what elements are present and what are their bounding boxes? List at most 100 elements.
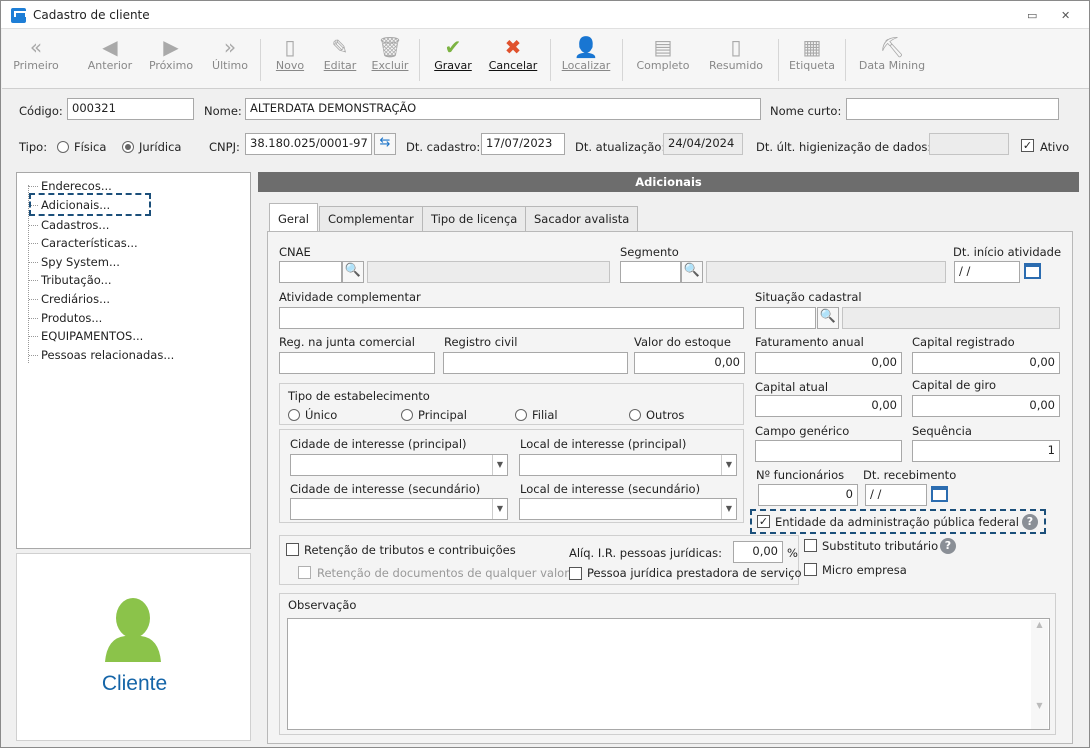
data-mining-button[interactable]: ⛏ Data Mining [852,35,932,85]
summary-report-button[interactable]: ▯ Resumido [702,35,770,85]
tree-item-caracteristicas[interactable]: Características... [29,236,138,250]
complementary-activity-field[interactable] [279,307,744,329]
tree-item-tributacao[interactable]: Tributação... [29,273,112,287]
navigation-tree: Enderecos... Adicionais... Cadastros... … [16,172,251,549]
estab-principal-radio[interactable]: Principal [401,408,467,422]
observation-label: Observação [288,598,357,612]
last-button[interactable]: » Último [208,35,252,85]
civil-registry-field[interactable] [443,352,628,374]
estab-filial-radio[interactable]: Filial [515,408,558,422]
tree-item-enderecos[interactable]: Enderecos... [29,179,112,193]
main-window: Cadastro de cliente ▭ ✕ «Primeiro ◀ Anter… [0,0,1090,748]
chevron-down-icon: ▼ [721,499,736,519]
chevron-down-icon: ▼ [721,455,736,475]
stock-value-field[interactable]: 0,00 [634,352,745,374]
toolbar: «Primeiro ◀ Anterior ▶ Próximo » Último ▯ No… [2,29,1089,89]
minimize-icon[interactable]: ▭ [1027,9,1037,22]
ir-rate-field[interactable]: 0,00 [733,541,783,563]
close-icon[interactable]: ✕ [1061,9,1070,22]
sequence-field[interactable]: 1 [912,440,1060,462]
segment-field[interactable] [620,261,681,283]
active-label: Ativo [1040,140,1070,154]
cnae-label: CNAE [279,245,311,259]
tree-item-spy-system[interactable]: Spy System... [29,255,120,269]
estab-outros-radio[interactable]: Outros [629,408,684,422]
type-juridica-radio[interactable]: Jurídica [122,140,181,154]
ir-rate-label: Alíq. I.R. pessoas jurídicas: [569,546,723,560]
name-field[interactable]: ALTERDATA DEMONSTRAÇÃO [245,98,761,120]
tree-item-cadastros[interactable]: Cadastros... [28,218,109,232]
next-button[interactable]: ▶ Próximo [144,35,198,85]
document-retention-checkbox[interactable] [298,566,311,579]
micro-company-label: Micro empresa [822,563,907,577]
working-capital-field[interactable]: 0,00 [912,395,1060,417]
tax-retention-checkbox[interactable] [286,543,299,556]
employees-field[interactable]: 0 [758,484,858,506]
annual-revenue-field[interactable]: 0,00 [755,352,902,374]
code-field[interactable]: 000321 [67,98,194,120]
estab-unico-radio[interactable]: Único [288,408,337,422]
save-button[interactable]: ✔ Gravar [430,35,476,85]
annual-revenue-label: Faturamento anual [755,335,864,349]
registration-date-field[interactable]: 17/07/2023 [481,133,565,155]
registration-status-description [842,307,1060,329]
registration-date-label: Dt. cadastro: [406,140,481,154]
tab-sacador-avalista[interactable]: Sacador avalista [525,206,639,231]
city-interest-main-label: Cidade de interesse (principal) [290,437,467,451]
tree-item-crediarios[interactable]: Crediários... [28,292,110,306]
search-icon[interactable]: 🔍 [817,307,839,329]
find-button[interactable]: 👤 Localizar [558,35,614,85]
short-name-field[interactable] [846,98,1059,120]
label-button[interactable]: ▦ Etiqueta [784,35,840,85]
establishment-type-group: Tipo de estabelecimento Único Principal … [279,383,744,425]
service-provider-checkbox[interactable] [569,567,582,580]
tree-item-equipamentos[interactable]: EQUIPAMENTOS... [28,329,143,343]
edit-button[interactable]: ✎ Editar [318,35,362,85]
generic-field[interactable] [755,440,902,462]
previous-button[interactable]: ◀ Anterior [84,35,136,85]
observation-group: Observação ▲ ▼ [279,593,1056,735]
help-icon[interactable]: ? [940,538,956,554]
cnpj-field[interactable]: 38.180.025/0001-97 [245,133,372,155]
delete-button[interactable]: 🗑 Excluir [368,35,412,85]
update-date-label: Dt. atualização: [575,140,666,154]
commercial-registry-field[interactable] [279,352,435,374]
registration-status-field[interactable] [755,307,816,329]
full-report-button[interactable]: ▤ Completo [630,35,696,85]
segment-description-field [706,261,946,283]
observation-textarea[interactable]: ▲ ▼ [287,618,1050,730]
tax-substitute-checkbox[interactable] [804,539,817,552]
calendar-icon[interactable] [931,486,948,502]
cnpj-lookup-icon[interactable]: ⇆ [374,133,396,155]
tree-item-pessoas-relacionadas[interactable]: Pessoas relacionadas... [28,348,174,362]
printer-label-icon: ▦ [802,35,822,59]
observation-scrollbar[interactable]: ▲ ▼ [1031,620,1048,729]
cnae-field[interactable] [279,261,342,283]
local-interest-main-select[interactable]: ▼ [519,454,737,476]
tab-geral[interactable]: Geral [269,203,318,232]
type-fisica-radio[interactable]: Física [57,140,106,154]
cancel-button[interactable]: ✖ Cancelar [484,35,542,85]
receipt-date-field[interactable]: / / [865,484,927,506]
first-button[interactable]: «Primeiro [10,35,62,85]
registered-capital-field[interactable]: 0,00 [912,352,1060,374]
highlight-adicionais [29,193,151,216]
panel-title: Adicionais [258,172,1079,192]
tab-complementar[interactable]: Complementar [319,206,423,231]
search-icon[interactable]: 🔍 [681,261,703,283]
active-checkbox[interactable]: ✓ [1021,139,1034,152]
micro-company-checkbox[interactable] [804,563,817,576]
city-interest-secondary-select[interactable]: ▼ [290,498,508,520]
search-icon[interactable]: 🔍 [342,261,364,283]
tree-item-produtos[interactable]: Produtos... [28,311,102,325]
activity-start-field[interactable]: / / [954,261,1020,283]
new-button[interactable]: ▯ Novo [270,35,310,85]
current-capital-field[interactable]: 0,00 [755,395,902,417]
current-capital-label: Capital atual [755,380,829,394]
federal-entity-checkbox[interactable]: ✓ [757,515,770,528]
help-icon[interactable]: ? [1022,514,1038,530]
local-interest-secondary-select[interactable]: ▼ [519,498,737,520]
city-interest-main-select[interactable]: ▼ [290,454,508,476]
tab-tipo-de-licenca[interactable]: Tipo de licença [422,206,527,231]
calendar-icon[interactable] [1024,263,1041,279]
